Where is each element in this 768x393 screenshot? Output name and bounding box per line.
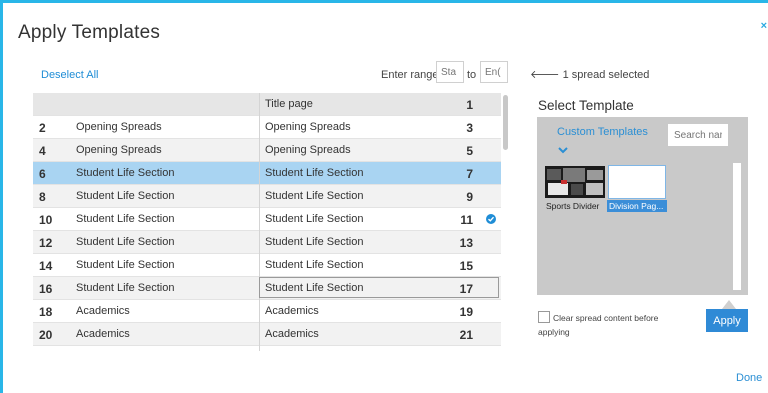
left-page-title: Student Life Section: [76, 282, 175, 294]
left-page-title: Academics: [76, 305, 130, 317]
chevron-down-icon[interactable]: [558, 141, 568, 159]
template-thumbnail-division-page[interactable]: [608, 165, 666, 199]
table-row[interactable]: 4 Opening Spreads Opening Spreads 5: [33, 139, 501, 162]
left-page-title: Student Life Section: [76, 167, 175, 179]
table-scroll-thumb[interactable]: [503, 95, 508, 150]
left-page-number: 12: [39, 236, 53, 250]
clear-content-label: Clear spread content before: [553, 313, 659, 323]
table-row-selected[interactable]: 6 Student Life Section Student Life Sect…: [33, 162, 501, 185]
dialog-top-border: [0, 0, 768, 3]
left-page-title: Student Life Section: [76, 190, 175, 202]
right-page-number: 15: [459, 259, 473, 273]
spread-selected-status: 🡐 1 spread selected: [530, 67, 649, 81]
left-page-title: Student Life Section: [76, 259, 175, 271]
apply-pointer-icon: [722, 300, 736, 309]
left-page-number: 16: [39, 282, 53, 296]
right-page-number: 11: [460, 213, 473, 227]
template-label: Sports Divider: [546, 201, 600, 211]
spreads-table: Title page 1 2 Opening Spreads Opening S…: [33, 93, 510, 351]
table-row[interactable]: Title page 1: [33, 93, 501, 116]
range-label: Enter range:: [381, 69, 442, 81]
right-page-title: Academics: [265, 328, 319, 340]
right-page-number: 21: [459, 328, 473, 342]
table-row[interactable]: 14 Student Life Section Student Life Sec…: [33, 254, 501, 277]
table-row[interactable]: 18 Academics Academics 19: [33, 300, 501, 323]
check-icon: [486, 214, 496, 224]
left-page-title: Student Life Section: [76, 213, 175, 225]
deselect-all-link[interactable]: Deselect All: [41, 69, 98, 81]
right-page-number: 19: [459, 305, 473, 319]
dialog-left-border: [0, 0, 3, 393]
right-page-title: Opening Spreads: [265, 121, 351, 133]
right-page-title: Student Life Section: [265, 213, 364, 225]
table-row[interactable]: 2 Opening Spreads Opening Spreads 3: [33, 116, 501, 139]
left-page-number: 10: [39, 213, 53, 227]
table-row[interactable]: 12 Student Life Section Student Life Sec…: [33, 231, 501, 254]
right-page-title: Student Life Section: [265, 167, 364, 179]
table-row[interactable]: 10 Student Life Section Student Life Sec…: [33, 208, 501, 231]
template-category-dropdown[interactable]: Custom Templates: [557, 126, 648, 138]
right-page-title: Student Life Section: [265, 236, 364, 248]
dialog-title: Apply Templates: [18, 22, 161, 43]
clear-content-label-continued: applying: [538, 327, 570, 337]
right-page-title: Opening Spreads: [265, 144, 351, 156]
close-icon[interactable]: ×: [761, 20, 767, 32]
spread-selected-text: 1 spread selected: [562, 69, 650, 81]
left-page-number: 14: [39, 259, 53, 273]
range-to-label: to: [467, 69, 477, 81]
left-page-title: Student Life Section: [76, 236, 175, 248]
left-page-title: Opening Spreads: [76, 121, 162, 133]
done-link[interactable]: Done: [736, 372, 762, 384]
right-page-title: Student Life Section: [265, 259, 364, 271]
right-page-title: Title page: [265, 98, 313, 110]
right-page-number: 13: [459, 236, 473, 250]
focused-cell-outline: [259, 277, 499, 298]
left-page-number: 6: [39, 167, 46, 181]
right-page-number: 1: [466, 98, 473, 112]
right-page-number: 5: [466, 144, 473, 158]
right-page-number: 3: [466, 121, 473, 135]
clear-content-checkbox[interactable]: [538, 311, 550, 323]
left-page-number: 4: [39, 144, 46, 158]
left-page-title: Opening Spreads: [76, 144, 162, 156]
left-page-title: Academics: [76, 328, 130, 340]
template-scrollbar[interactable]: [733, 163, 741, 290]
table-row[interactable]: 20 Academics Academics 21: [33, 323, 501, 346]
template-thumbnail-sports-divider[interactable]: [545, 166, 605, 198]
template-search-input[interactable]: [668, 124, 728, 146]
left-page-number: 8: [39, 190, 46, 204]
select-template-heading: Select Template: [538, 98, 634, 113]
left-page-number: 2: [39, 121, 46, 135]
apply-button[interactable]: Apply: [706, 309, 748, 332]
left-page-number: 18: [39, 305, 53, 319]
template-label-selected: Division Pag...: [607, 200, 667, 212]
table-row[interactable]: 8 Student Life Section Student Life Sect…: [33, 185, 501, 208]
right-page-title: Student Life Section: [265, 190, 364, 202]
right-page-number: 7: [466, 167, 473, 181]
range-end-input[interactable]: [480, 61, 508, 83]
right-page-title: Academics: [265, 305, 319, 317]
range-start-input[interactable]: [436, 61, 464, 83]
left-page-number: 20: [39, 328, 53, 342]
right-page-number: 9: [466, 190, 473, 204]
arrow-left-icon: 🡐: [530, 69, 560, 81]
column-divider: [259, 93, 260, 351]
